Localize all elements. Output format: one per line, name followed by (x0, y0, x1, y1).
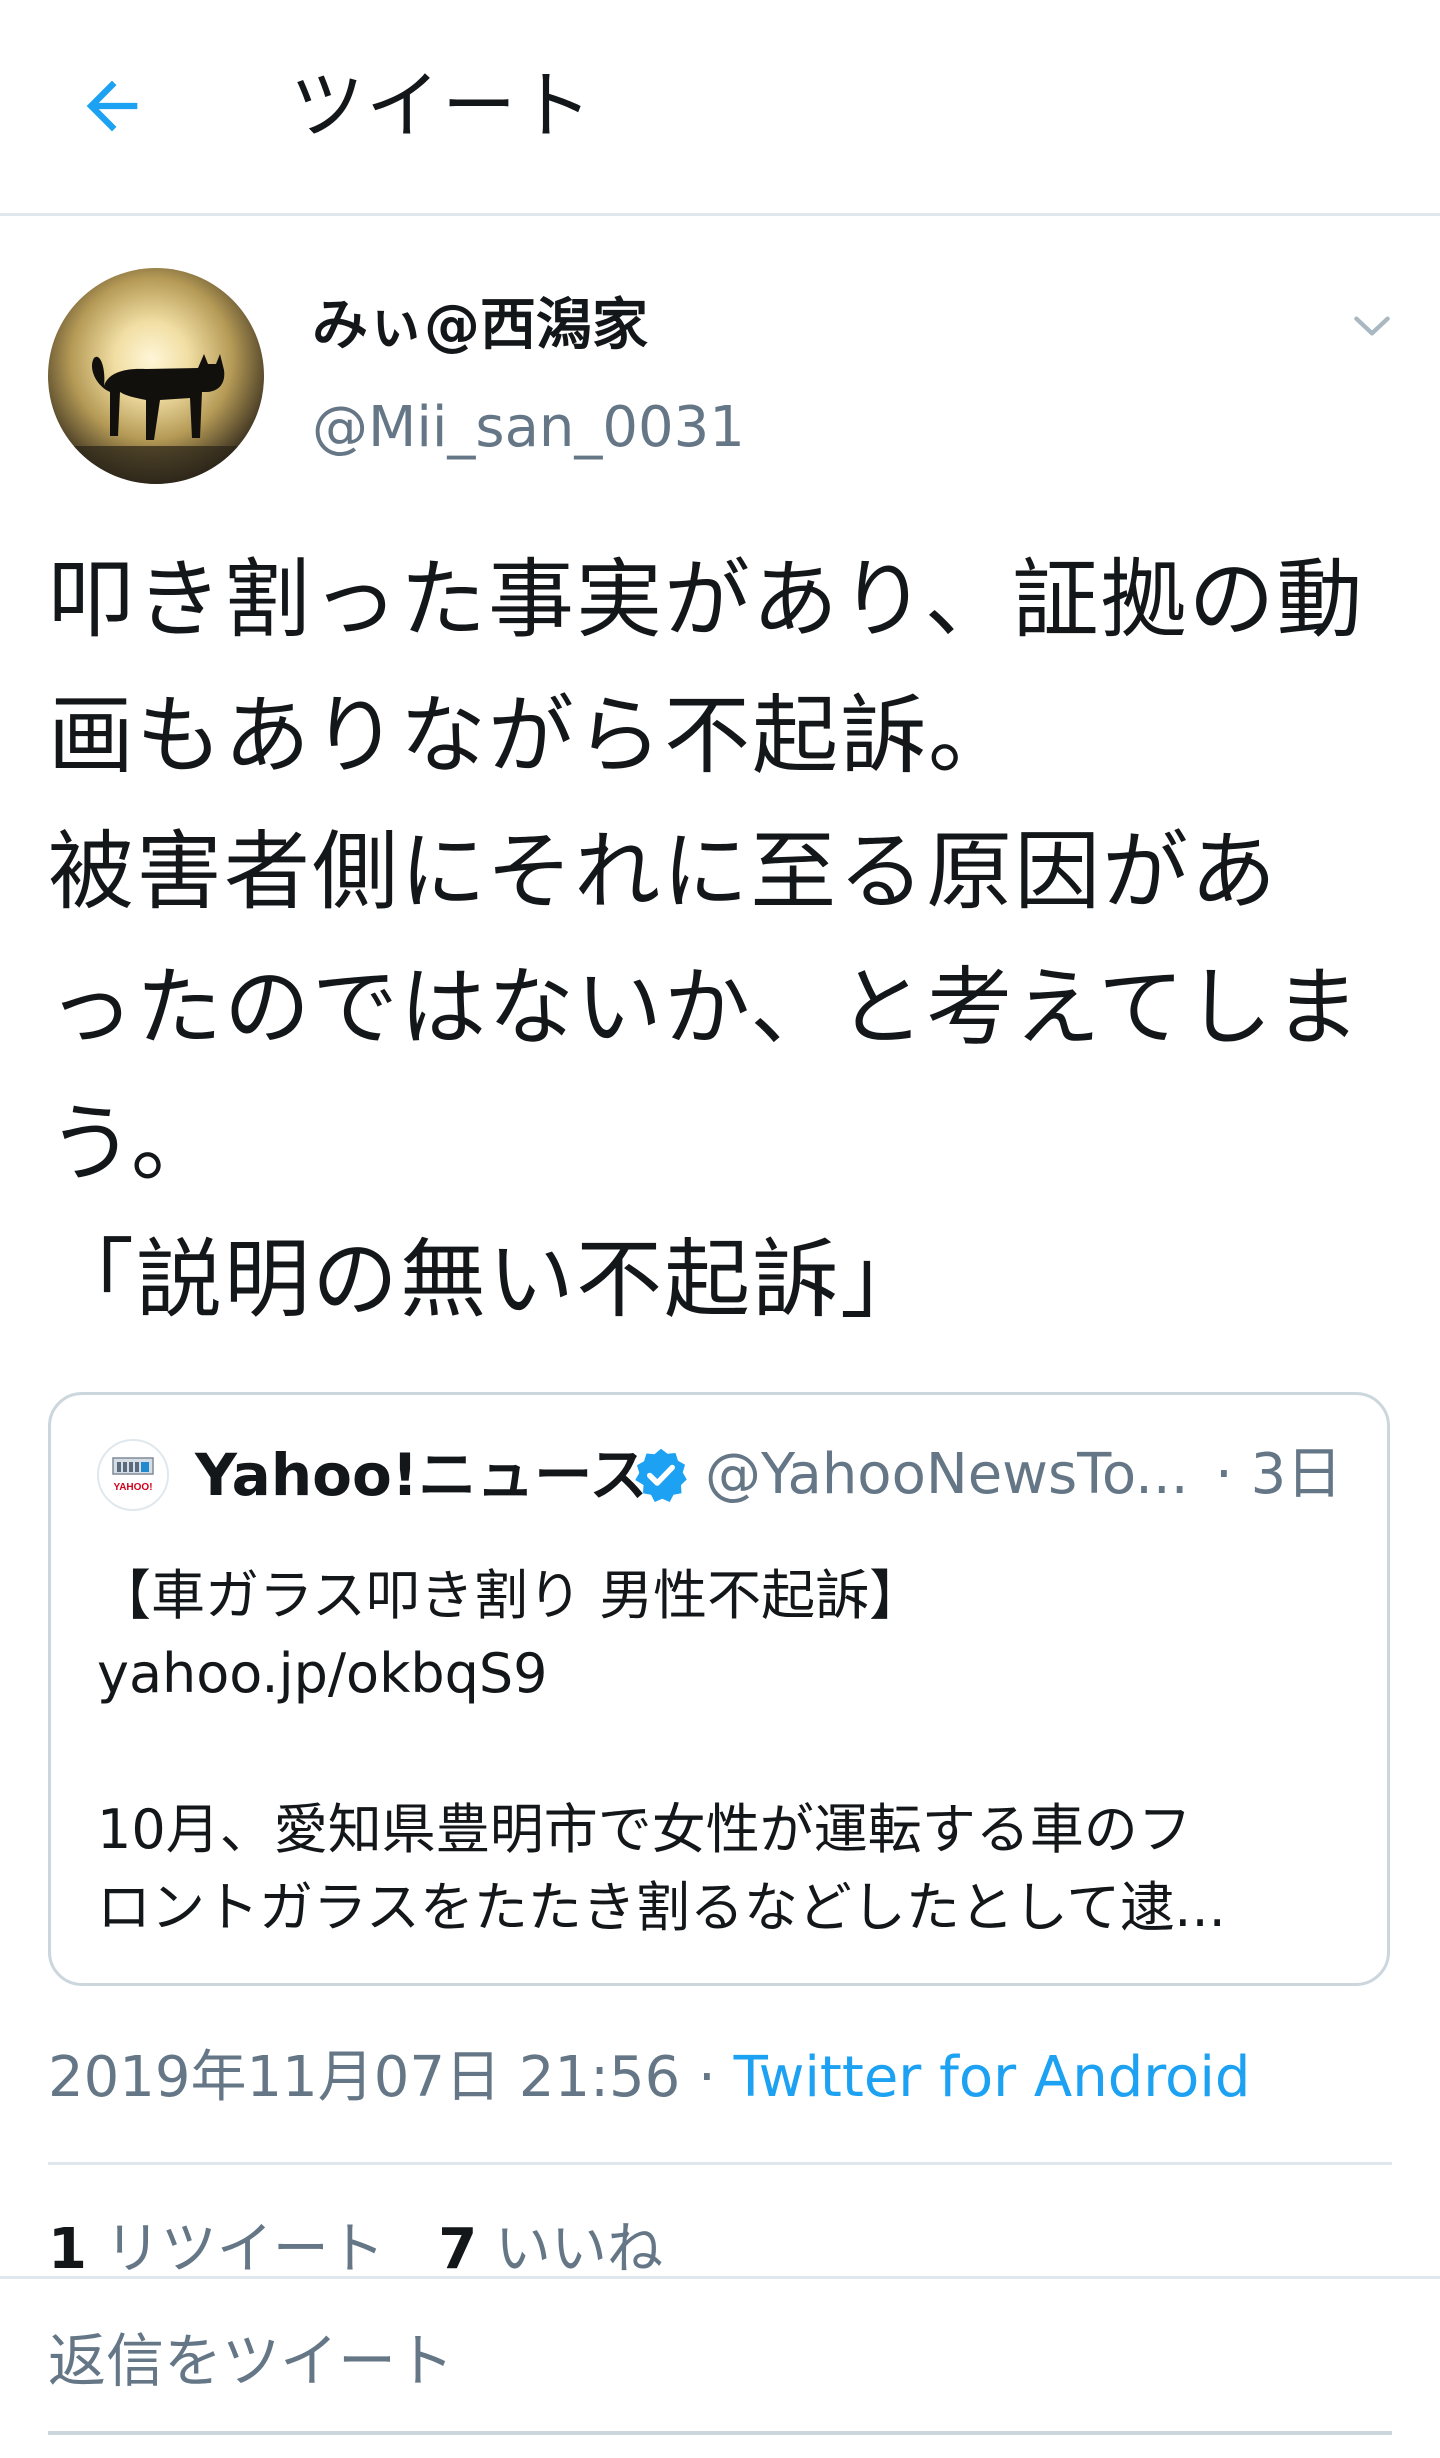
tweet-text-line: う。 (48, 1094, 219, 1194)
quoted-timestamp: · 3日 (1215, 1442, 1343, 1507)
tweet-text-line: 叩き割った事実があり、証拠の動 (48, 550, 1365, 650)
quoted-tweet-text: 【車ガラス叩き割り 男性不起訴】 yahoo.jp/okbqS9 10月、愛知県… (97, 1557, 1357, 1947)
tweet-text-line: 被害者側にそれに至る原因があ (48, 822, 1279, 922)
quoted-author-name: Yahoo!ニュース (195, 1441, 648, 1509)
chevron-down-icon (1354, 316, 1390, 336)
tweet-text-line: 「説明の無い不起訴」 (48, 1230, 928, 1330)
tweet-timestamp: 2019年11月07日 21:56 · (48, 2045, 734, 2110)
author-handle[interactable]: @Mii_san_0031 (312, 390, 745, 466)
quoted-link[interactable]: yahoo.jp/okbqS9 (97, 1635, 1357, 1713)
retweet-label: リツイート (104, 2217, 385, 2282)
divider (48, 2162, 1392, 2165)
like-label: いいね (494, 2217, 663, 2282)
reply-input-underline (48, 2431, 1392, 2435)
tweet-meta: 2019年11月07日 21:56 · Twitter for Android (48, 2040, 1250, 2116)
page-title: ツイート (290, 63, 594, 149)
reply-composer-bar: 返信をツイート (0, 2276, 1440, 2458)
quoted-avatar-logo-text: YAHOO! (113, 1482, 153, 1493)
quoted-text-line: 10月、愛知県豊明市で女性が運転する車のフ (97, 1798, 1192, 1861)
yahoo-news-logo-icon (112, 1457, 154, 1475)
retweet-count: 1 (48, 2217, 87, 2282)
quoted-tweet-card[interactable]: YAHOO! Yahoo!ニュース @YahooNewsTo... · 3日 【… (48, 1392, 1390, 1986)
quoted-author-handle: @YahooNewsTo... (705, 1442, 1189, 1507)
quoted-text-line: 【車ガラス叩き割り 男性不起訴】 (97, 1564, 924, 1627)
reply-input[interactable]: 返信をツイート (48, 2321, 454, 2401)
quoted-text-line (97, 1713, 1357, 1791)
cat-silhouette-image (48, 354, 264, 484)
author-display-name[interactable]: みぃ@西潟家 (312, 288, 648, 364)
quoted-text-line: ロントガラスをたたき割るなどしたとして逮... (97, 1876, 1226, 1939)
tweet-options-button[interactable] (1348, 302, 1396, 350)
verified-badge-icon (635, 1448, 687, 1502)
tweet-source-link[interactable]: Twitter for Android (734, 2045, 1251, 2110)
tweet-detail-screen: ツイート みぃ@西潟家 @Mii_san_0031 叩き割った事実があり、証拠の… (0, 0, 1440, 2458)
tweet-text: 叩き割った事実があり、証拠の動 画もありながら不起訴。 被害者側にそれに至る原因… (48, 532, 1398, 1348)
top-app-bar: ツイート (0, 0, 1440, 216)
tweet-text-line: ったのではないか、と考えてしま (48, 958, 1362, 1058)
quoted-avatar: YAHOO! (97, 1439, 169, 1511)
author-avatar[interactable] (48, 268, 264, 484)
like-count: 7 (438, 2217, 478, 2282)
back-arrow-icon (86, 80, 138, 132)
tweet-text-line: 画もありながら不起訴。 (48, 686, 1016, 786)
back-button[interactable] (64, 58, 160, 154)
